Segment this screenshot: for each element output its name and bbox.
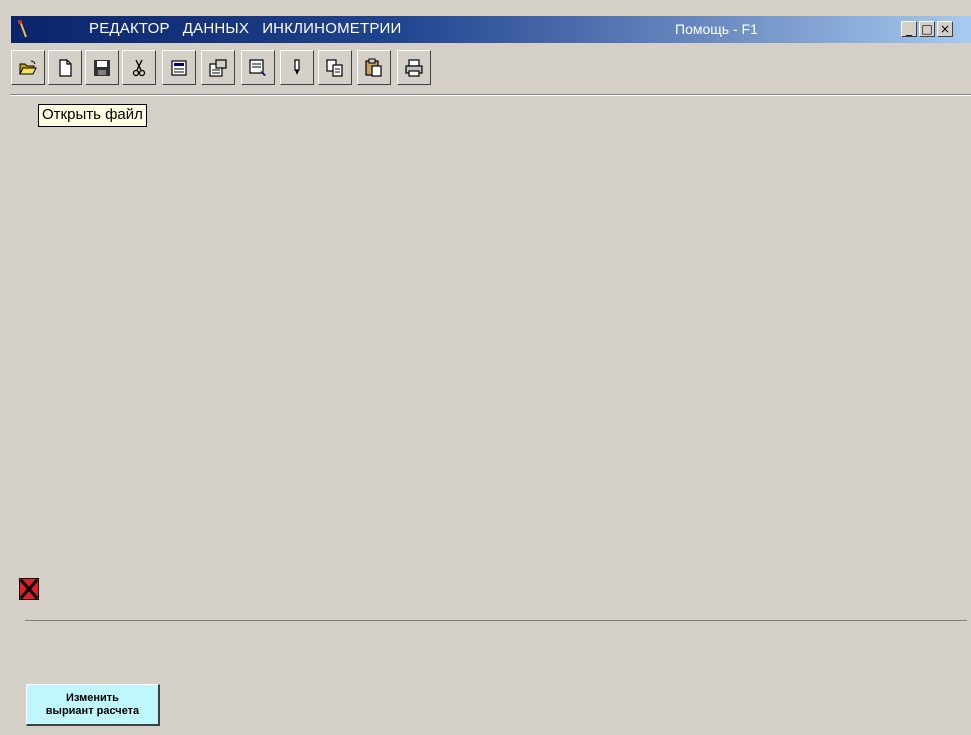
- import-icon: [171, 59, 187, 76]
- edit-data-button[interactable]: [241, 50, 275, 85]
- copy-button[interactable]: [318, 50, 352, 85]
- app-icon: [18, 20, 27, 38]
- import-button[interactable]: [162, 50, 196, 85]
- button-label-line2: выриант расчета: [45, 704, 140, 717]
- pen-icon: [294, 58, 300, 75]
- toolbar-divider-highlight: [11, 95, 971, 96]
- print-button[interactable]: [397, 50, 431, 85]
- open-folder-icon: [19, 60, 37, 74]
- save-button[interactable]: [85, 50, 119, 85]
- bottom-divider: [25, 620, 967, 621]
- print-icon: [405, 58, 423, 77]
- help-hint[interactable]: Помощь - F1: [675, 21, 758, 37]
- button-label: Изменить выриант расчета: [46, 692, 139, 718]
- change-calculation-variant-button[interactable]: Изменить выриант расчета: [26, 684, 160, 726]
- title-bar[interactable]: РЕДАКТОР ДАННЫХ ИНКЛИНОМЕТРИИ Помощь - F…: [11, 16, 971, 43]
- new-document-icon: [59, 58, 72, 77]
- maximize-button[interactable]: □: [919, 21, 935, 37]
- close-button[interactable]: ×: [937, 21, 953, 37]
- button-label-line1: Изменить: [66, 691, 119, 704]
- cut-icon: [132, 59, 146, 76]
- new-file-button[interactable]: [48, 50, 82, 85]
- copy-icon: [326, 58, 343, 77]
- edit-data-icon: [249, 58, 266, 76]
- save-icon: [94, 59, 110, 76]
- window-title: РЕДАКТОР ДАННЫХ ИНКЛИНОМЕТРИИ: [89, 20, 402, 37]
- tooltip: Открыть файл: [38, 104, 147, 127]
- open-file-button[interactable]: [11, 50, 45, 85]
- properties-button[interactable]: [201, 50, 235, 85]
- red-x-icon[interactable]: [19, 578, 39, 600]
- paste-button[interactable]: [357, 50, 391, 85]
- pen-button[interactable]: [280, 50, 314, 85]
- cut-button[interactable]: [122, 50, 156, 85]
- minimize-button[interactable]: _: [901, 21, 917, 37]
- properties-icon: [209, 58, 227, 77]
- paste-icon: [365, 58, 382, 77]
